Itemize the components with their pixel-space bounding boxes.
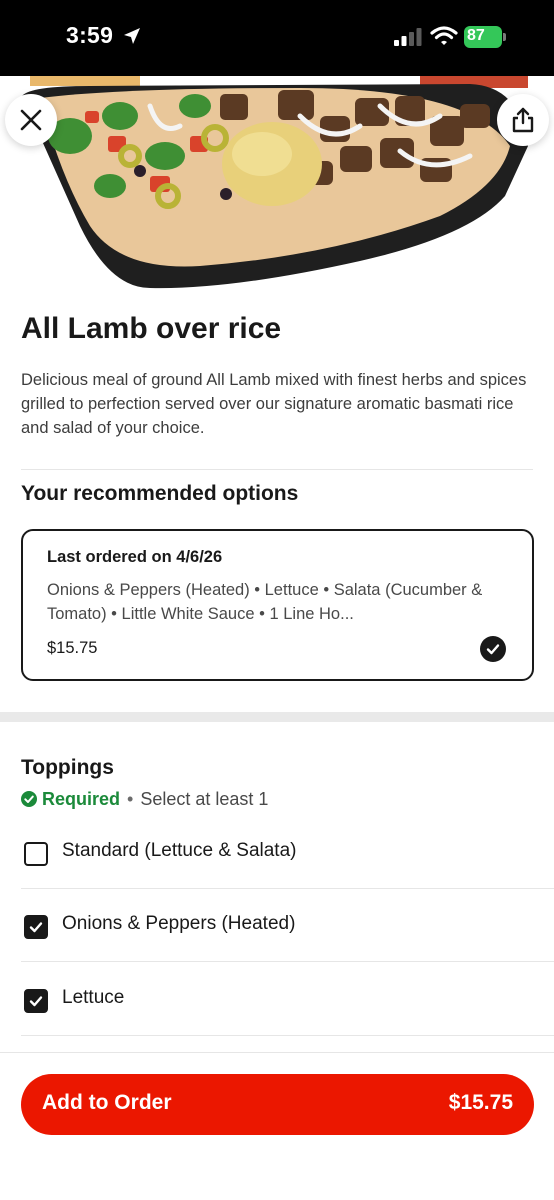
- section-separator: [0, 712, 554, 722]
- topping-option-onions-peppers[interactable]: Onions & Peppers (Heated): [21, 889, 554, 962]
- cellular-signal-icon: [394, 28, 422, 46]
- location-arrow-icon: [124, 28, 140, 44]
- item-photo: [0, 76, 554, 296]
- requirement-separator: •: [127, 788, 134, 809]
- battery-cap: [503, 33, 506, 41]
- topping-option-label: Lettuce: [62, 987, 125, 1008]
- battery-level: 87: [464, 26, 502, 48]
- checkbox-icon[interactable]: [24, 842, 48, 866]
- topping-option-lettuce[interactable]: Lettuce: [21, 963, 554, 1036]
- add-to-order-price: $15.75: [448, 1091, 513, 1114]
- topping-option-label: Onions & Peppers (Heated): [62, 913, 296, 934]
- section-divider: [21, 469, 533, 470]
- item-description: Delicious meal of ground All Lamb mixed …: [21, 371, 527, 437]
- item-title: All Lamb over rice: [21, 312, 282, 345]
- add-to-order-label: Add to Order: [42, 1091, 172, 1114]
- checkbox-icon[interactable]: [24, 915, 48, 939]
- checkmark-icon: [29, 996, 43, 1007]
- food-bowl-illustration: [22, 76, 528, 289]
- requirement-hint: Select at least 1: [140, 788, 269, 809]
- recommended-card-header: Last ordered on 4/6/26: [47, 548, 223, 566]
- status-bar: 3:59 87: [0, 0, 554, 76]
- share-icon: [512, 107, 534, 133]
- battery-icon: 87: [464, 26, 506, 48]
- recommended-section-title: Your recommended options: [21, 482, 299, 505]
- close-icon: [20, 109, 42, 131]
- toppings-section-title: Toppings: [21, 756, 114, 779]
- checkbox-icon[interactable]: [24, 989, 48, 1013]
- share-button[interactable]: [497, 94, 549, 146]
- close-button[interactable]: [5, 94, 57, 146]
- status-time: 3:59: [66, 22, 114, 48]
- option-divider: [21, 961, 554, 962]
- checkmark-icon: [29, 922, 43, 933]
- battery-percent: 87: [467, 27, 485, 44]
- required-check-icon: [21, 791, 37, 807]
- add-to-order-button[interactable]: Add to Order $15.75: [21, 1074, 534, 1135]
- checkmark-circle-icon: [480, 636, 506, 662]
- recommended-card-items: Onions & Peppers (Heated) • Lettuce • Sa…: [47, 581, 483, 623]
- recommended-card-price: $15.75: [47, 639, 98, 657]
- topping-option-standard[interactable]: Standard (Lettuce & Salata): [21, 816, 554, 889]
- topping-option-label: Standard (Lettuce & Salata): [62, 840, 297, 861]
- recommended-option-card[interactable]: Last ordered on 4/6/26 Onions & Peppers …: [21, 529, 534, 681]
- required-label: Required: [42, 788, 121, 809]
- toppings-requirement: Required • Select at least 1: [21, 787, 268, 811]
- wifi-icon: [430, 26, 458, 45]
- option-divider: [21, 1035, 554, 1036]
